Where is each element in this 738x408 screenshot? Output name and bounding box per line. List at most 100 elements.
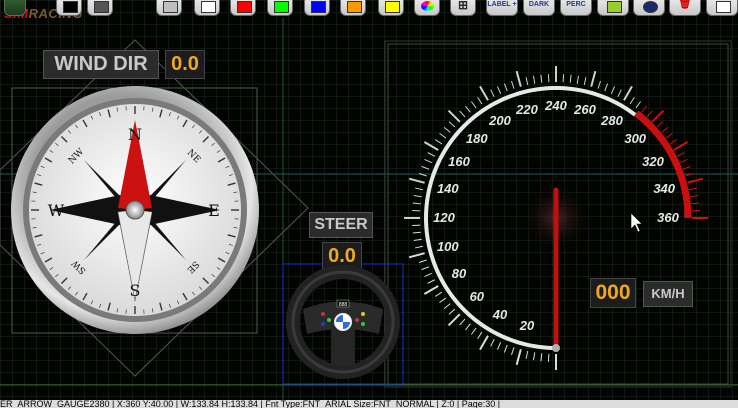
speedo-tick — [434, 139, 443, 145]
speedo-tick — [418, 173, 427, 177]
speedo-tick — [479, 85, 489, 101]
speedo-tick — [424, 272, 432, 278]
speedo-tick — [597, 80, 601, 89]
speedo-label: 240 — [544, 98, 567, 113]
speedometer-gauge[interactable]: 20 40 6080 100 120 140 160 180200 220 240 260 28030… — [0, 0, 738, 408]
speedo-tick — [423, 285, 439, 295]
speedo-tick — [479, 335, 489, 351]
speedo-label: 300 — [624, 131, 646, 146]
speedo-tick — [583, 77, 587, 86]
speedo-tick — [418, 259, 427, 263]
speedo-tick — [673, 141, 689, 151]
speedo-tick — [688, 187, 697, 191]
speedo-label: 80 — [452, 266, 467, 281]
speedo-tick — [412, 202, 421, 205]
speedo-tick — [503, 344, 508, 353]
speedo-tick — [503, 83, 508, 92]
speedo-label: 220 — [515, 102, 538, 117]
speedo-label: 360 — [657, 210, 679, 225]
speedo-tick — [477, 331, 483, 340]
speedo-tick — [427, 152, 436, 157]
speedo-tick — [424, 158, 432, 164]
speedo-tick — [676, 152, 685, 157]
speedo-label: 280 — [600, 113, 623, 128]
speedo-tick — [447, 109, 461, 123]
speedo-tick — [656, 121, 664, 128]
speedo-tick — [496, 342, 502, 350]
speed-unit-label: KM/H — [643, 281, 693, 307]
speedo-label: 40 — [492, 307, 508, 322]
speedo-tick — [470, 101, 477, 109]
speedo-tick — [685, 173, 694, 177]
speedo-label: 340 — [653, 181, 675, 196]
speedo-tick — [415, 245, 424, 249]
speedo-tick — [511, 80, 515, 89]
speedo-label: 140 — [437, 181, 459, 196]
speedo-tick — [477, 96, 483, 105]
speedo-tick — [651, 109, 665, 123]
speedo-pivot — [552, 344, 560, 352]
speedo-tick — [532, 352, 536, 361]
speedo-tick — [412, 231, 421, 234]
speedo-tick — [540, 74, 543, 83]
speedo-tick — [448, 308, 456, 315]
speedo-tick — [434, 291, 443, 297]
speedo-tick — [680, 158, 688, 164]
speedo-tick — [490, 338, 495, 347]
speedo-tick — [439, 132, 447, 139]
speedo-tick — [617, 89, 622, 98]
speedo-tick — [421, 165, 430, 170]
speedo-tick — [515, 349, 522, 366]
speedo-tick — [661, 126, 669, 133]
speedo-tick — [470, 327, 477, 335]
speedo-tick — [687, 177, 704, 184]
speedo-tick — [525, 350, 529, 359]
speedo-tick — [448, 121, 456, 128]
speedo-label: 320 — [642, 154, 664, 169]
speedo-label: 260 — [573, 102, 596, 117]
speedo-tick — [413, 194, 422, 198]
speedo-tick — [690, 194, 699, 198]
speedo-tick — [423, 141, 439, 151]
speedo-tick — [604, 83, 609, 92]
status-bar: ER_ARROW_GAUGE2380 | X:360 Y:40.00 | W:1… — [0, 400, 738, 408]
speedo-tick — [443, 303, 451, 310]
speedo-label: 180 — [466, 131, 488, 146]
speedo-tick — [691, 202, 700, 205]
speedo-tick — [511, 347, 515, 356]
speedo-label: 200 — [488, 113, 511, 128]
speedo-tick — [459, 318, 466, 326]
mouse-cursor-icon — [630, 212, 643, 233]
speedo-tick — [490, 89, 495, 98]
speedo-tick — [427, 279, 436, 284]
speedo-tick — [569, 74, 572, 83]
speedo-label: 160 — [448, 154, 470, 169]
speedo-tick — [623, 85, 633, 101]
speedo-tick — [464, 323, 471, 331]
speedo-tick — [496, 86, 502, 94]
speedo-tick — [669, 139, 678, 145]
speedo-tick — [515, 70, 522, 87]
speedo-tick — [610, 86, 616, 94]
speedo-tick — [439, 297, 447, 304]
speedo-tick — [590, 70, 597, 87]
speedo-tick — [447, 313, 461, 327]
speedo-tick — [459, 110, 466, 118]
speedo-tick — [635, 101, 642, 109]
speedo-tick — [641, 105, 648, 113]
speedo-tick — [443, 126, 451, 133]
speedo-tick — [540, 353, 543, 362]
speedo-tick — [525, 77, 529, 86]
speedo-label: 100 — [437, 239, 459, 254]
speedo-tick — [576, 75, 580, 84]
speedo-tick — [408, 252, 425, 259]
speedo-label: 120 — [433, 210, 455, 225]
speedo-tick — [421, 266, 430, 271]
speedo-tick — [665, 132, 673, 139]
speedo-label: 20 — [519, 318, 535, 333]
speedo-tick — [408, 177, 425, 184]
speedo-tick — [464, 105, 471, 113]
speedo-tick — [532, 75, 536, 84]
speedo-tick — [629, 96, 635, 105]
speed-value: 000 — [590, 278, 636, 308]
